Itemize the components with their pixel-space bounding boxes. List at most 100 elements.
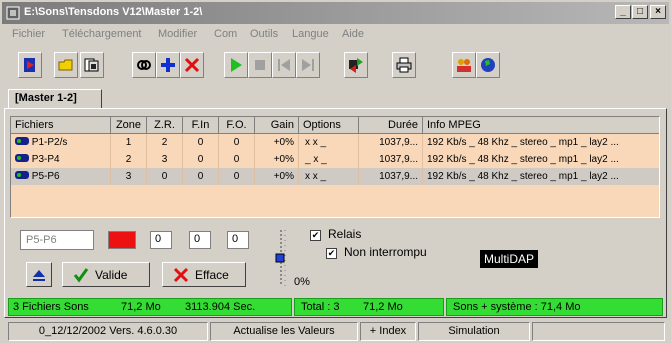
gain-cell: +0% (255, 151, 299, 168)
gain-cell: +0% (255, 134, 299, 151)
toolbar-next-button[interactable] (296, 52, 320, 78)
duration-cell: 1037,9... (359, 151, 423, 168)
toolbar-link-button[interactable] (132, 52, 156, 78)
actualise-valeurs-button[interactable]: Actualise les Valeurs (210, 322, 358, 341)
table-row[interactable]: P3-P4 2 3 0 0 +0% _ x _ 1037,9... 192 Kb… (11, 151, 659, 168)
column-header-duree[interactable]: Durée (359, 117, 423, 134)
sound-file-icon (15, 154, 29, 162)
menu-langue[interactable]: Langue (292, 28, 329, 40)
toolbar-print-button[interactable] (392, 52, 416, 78)
file-name-field[interactable]: P5-P6 (20, 230, 94, 250)
link-icon (137, 60, 151, 70)
cross-delete-icon (184, 57, 200, 73)
fin-cell: 0 (183, 168, 219, 185)
toolbar-delete-button[interactable] (180, 52, 204, 78)
folder-open-icon (58, 59, 73, 71)
duration-cell: 1037,9... (359, 168, 423, 185)
toolbar-add-button[interactable] (156, 52, 180, 78)
toolbar-play-button[interactable] (224, 52, 248, 78)
efface-label: Efface (195, 268, 229, 282)
table-row[interactable]: P1-P2/s 1 2 0 0 +0% x x _ 1037,9... 192 … (11, 134, 659, 151)
column-header-gain[interactable]: Gain (255, 117, 299, 134)
relais-checkbox[interactable]: ✔ (310, 230, 321, 241)
toolbar-stop-button[interactable] (248, 52, 272, 78)
files-icon (84, 58, 99, 72)
menu-aide[interactable]: Aide (342, 28, 364, 40)
skip-next-icon (302, 59, 314, 71)
toolbar-files-button[interactable] (80, 52, 104, 78)
toolbar-exit-button[interactable] (18, 52, 42, 78)
toolbar-transfer-button[interactable] (344, 52, 368, 78)
table-row-selected[interactable]: P5-P6 3 0 0 0 +0% x x _ 1037,9... 192 Kb… (11, 168, 659, 185)
fo-cell: 0 (219, 168, 255, 185)
maximize-button[interactable]: □ (632, 5, 648, 19)
menu-outils[interactable]: Outils (250, 28, 278, 40)
column-header-info-mpeg[interactable]: Info MPEG (423, 117, 659, 134)
files-size: 71,2 Mo (121, 301, 161, 313)
gain-slider[interactable] (274, 228, 288, 288)
column-header-zr[interactable]: Z.R. (147, 117, 183, 134)
toolbar-users-button[interactable] (452, 52, 476, 78)
menu-telechargement[interactable]: Téléchargement (62, 28, 142, 40)
file-name: P1-P2/s (31, 137, 68, 148)
users-icon (457, 59, 471, 72)
total-count: Total : 3 (301, 301, 340, 313)
total-summary: Total : 3 71,2 Mo (294, 298, 444, 316)
exit-icon (24, 58, 35, 72)
info-mpeg-cell: 192 Kb/s _ 48 Khz _ stereo _ mp1 _ lay2 … (423, 134, 659, 151)
close-button[interactable]: × (650, 5, 666, 19)
non-interrompu-label: Non interrompu (344, 245, 427, 259)
multidap-button[interactable]: MultiDAP (478, 220, 554, 288)
toolbar-open-button[interactable] (54, 52, 78, 78)
zone-cell: 3 (111, 168, 147, 185)
gain-value-label: 0% (294, 276, 310, 288)
column-header-zone[interactable]: Zone (111, 117, 147, 134)
options-cell: x x _ (299, 134, 359, 151)
efface-button[interactable]: Efface (162, 262, 246, 287)
skip-previous-icon (278, 59, 290, 71)
globe-icon (481, 58, 495, 72)
column-header-fo[interactable]: F.O. (219, 117, 255, 134)
menu-fichier[interactable]: Fichier (12, 28, 45, 40)
minimize-button[interactable]: _ (615, 5, 631, 19)
file-name: P5-P6 (31, 171, 60, 182)
toolbar (2, 50, 669, 82)
zr-cell: 3 (147, 151, 183, 168)
zr-cell: 0 (147, 168, 183, 185)
simulation-status[interactable]: Simulation (418, 322, 530, 341)
window-title: E:\Sons\Tensdons V12\Master 1-2\ (24, 6, 203, 18)
fo-cell: 0 (219, 134, 255, 151)
zr-field[interactable]: 0 (150, 231, 172, 249)
column-header-options[interactable]: Options (299, 117, 359, 134)
fo-field[interactable]: 0 (227, 231, 249, 249)
play-icon (231, 58, 242, 72)
toolbar-previous-button[interactable] (272, 52, 296, 78)
title-bar[interactable]: E:\Sons\Tensdons V12\Master 1-2\ _ □ × (2, 2, 669, 24)
move-up-button[interactable] (26, 262, 52, 287)
gain-cell: +0% (255, 168, 299, 185)
duration-cell: 1037,9... (359, 134, 423, 151)
zr-cell: 2 (147, 134, 183, 151)
main-window: E:\Sons\Tensdons V12\Master 1-2\ _ □ × F… (0, 0, 671, 343)
menu-modifier[interactable]: Modifier (158, 28, 197, 40)
version-status: 0_12/12/2002 Vers. 4.6.0.30 (8, 322, 208, 341)
row-file-cell: P1-P2/s (11, 134, 111, 151)
column-header-fichiers[interactable]: Fichiers (11, 117, 111, 134)
plus-icon (161, 58, 175, 72)
info-mpeg-cell: 192 Kb/s _ 48 Khz _ stereo _ mp1 _ lay2 … (423, 151, 659, 168)
toolbar-web-button[interactable] (476, 52, 500, 78)
valide-button[interactable]: Valide (62, 262, 150, 287)
column-header-fin[interactable]: F.In (183, 117, 219, 134)
non-interrompu-checkbox[interactable]: ✔ (326, 248, 337, 259)
zone-field[interactable]: 4 (108, 231, 136, 249)
app-icon (6, 6, 20, 20)
tab-master[interactable]: [Master 1-2] (8, 89, 102, 109)
index-button[interactable]: + Index (360, 322, 416, 341)
menu-com[interactable]: Com (214, 28, 237, 40)
fin-cell: 0 (183, 134, 219, 151)
files-duration: 3113.904 Sec. (185, 301, 256, 313)
sound-file-icon (15, 171, 29, 179)
fin-field[interactable]: 0 (189, 231, 211, 249)
files-table: Fichiers Zone Z.R. F.In F.O. Gain Option… (10, 116, 660, 218)
files-summary: 3 Fichiers Sons 71,2 Mo 3113.904 Sec. (8, 298, 292, 316)
